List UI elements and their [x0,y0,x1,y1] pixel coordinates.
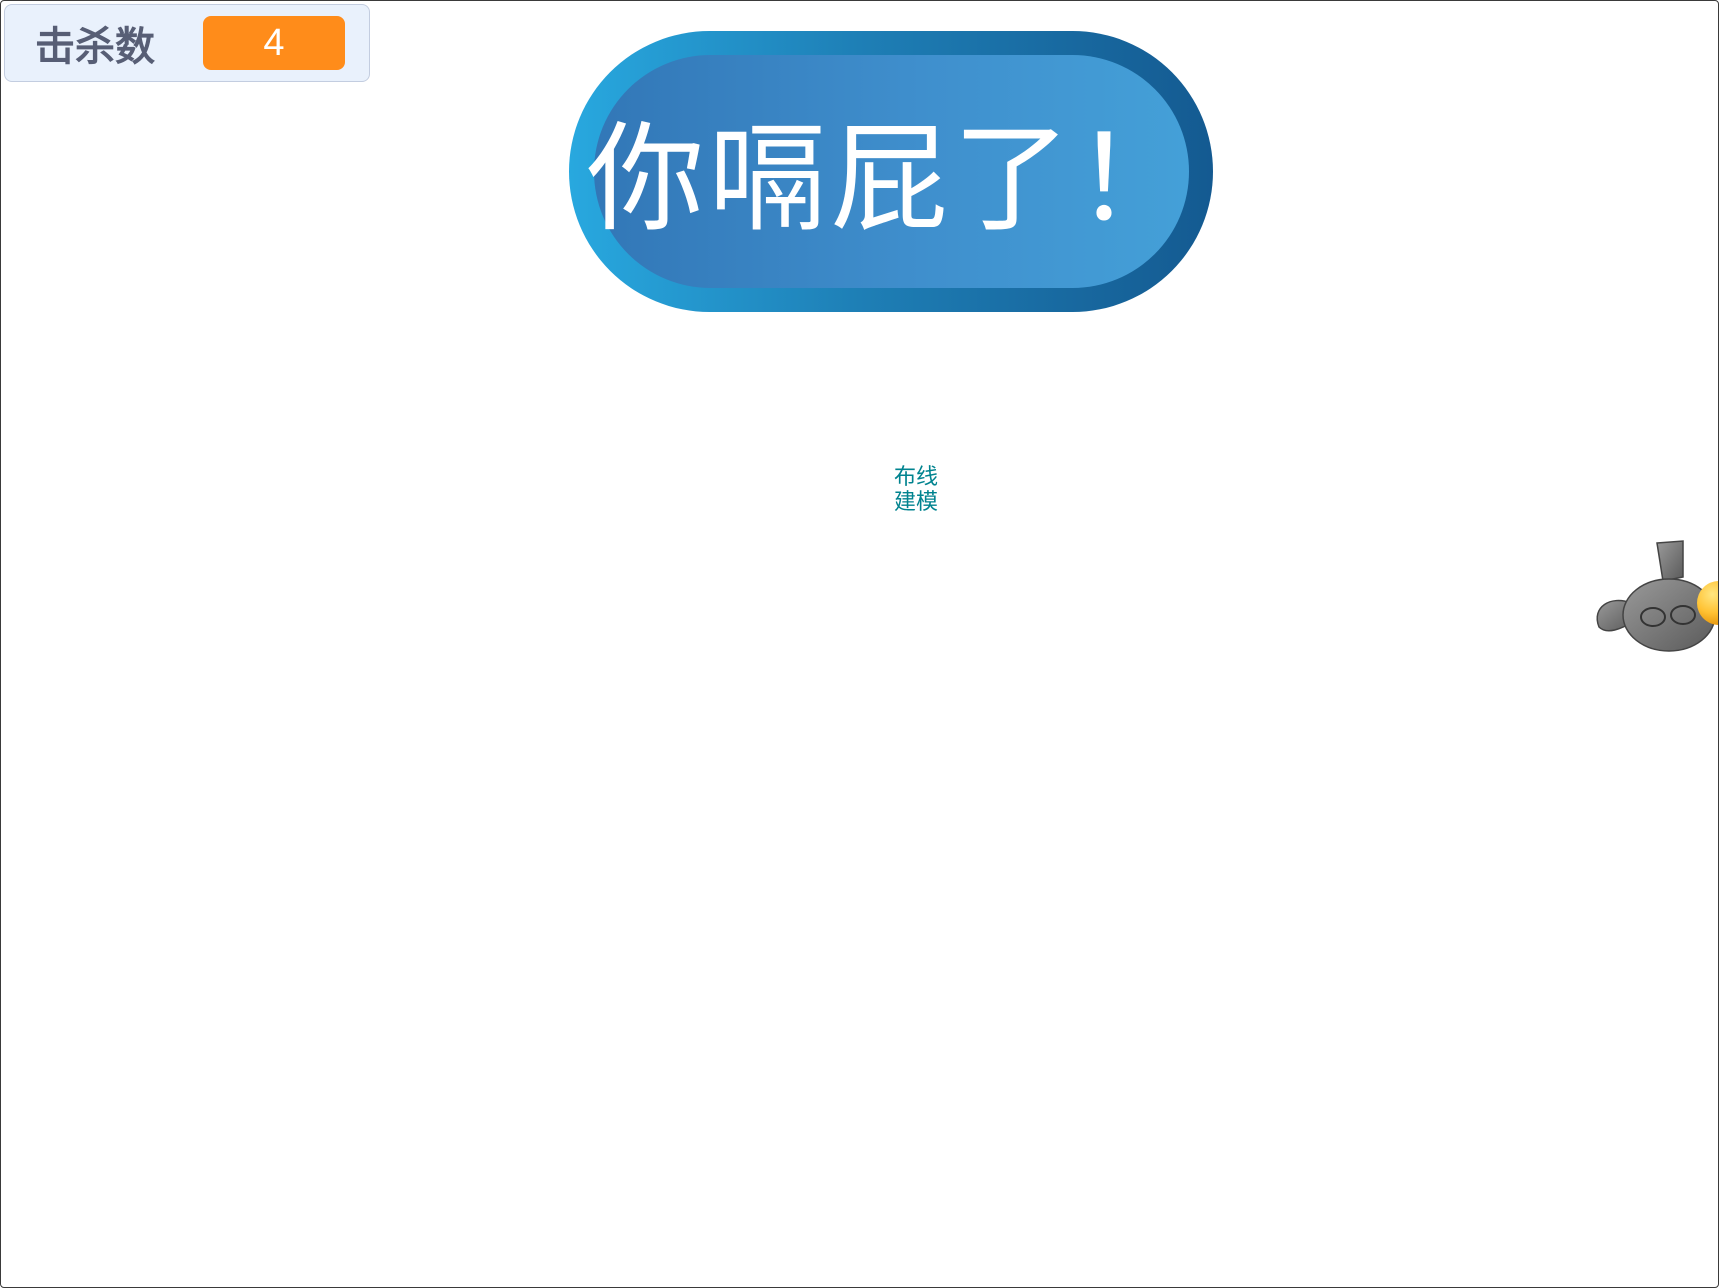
kill-count-label: 击杀数 [35,24,155,70]
game-over-text: 你嗝屁了！ [586,110,1197,248]
game-over-banner-inner: 你嗝屁了！ [587,55,1193,288]
wiring-modeling-label: 布线 建模 [894,465,938,515]
gray-bunny-sprite-icon[interactable] [1591,537,1719,667]
kill-count-value: 4 [203,16,345,70]
game-stage[interactable]: 击杀数 4 你嗝屁了！ 布线 建模 [0,0,1719,1288]
label-line-2: 建模 [894,490,939,515]
game-over-banner: 你嗝屁了！ [569,31,1213,312]
kill-count-monitor: 击杀数 4 [4,4,370,82]
label-line-1: 布线 [894,465,939,490]
